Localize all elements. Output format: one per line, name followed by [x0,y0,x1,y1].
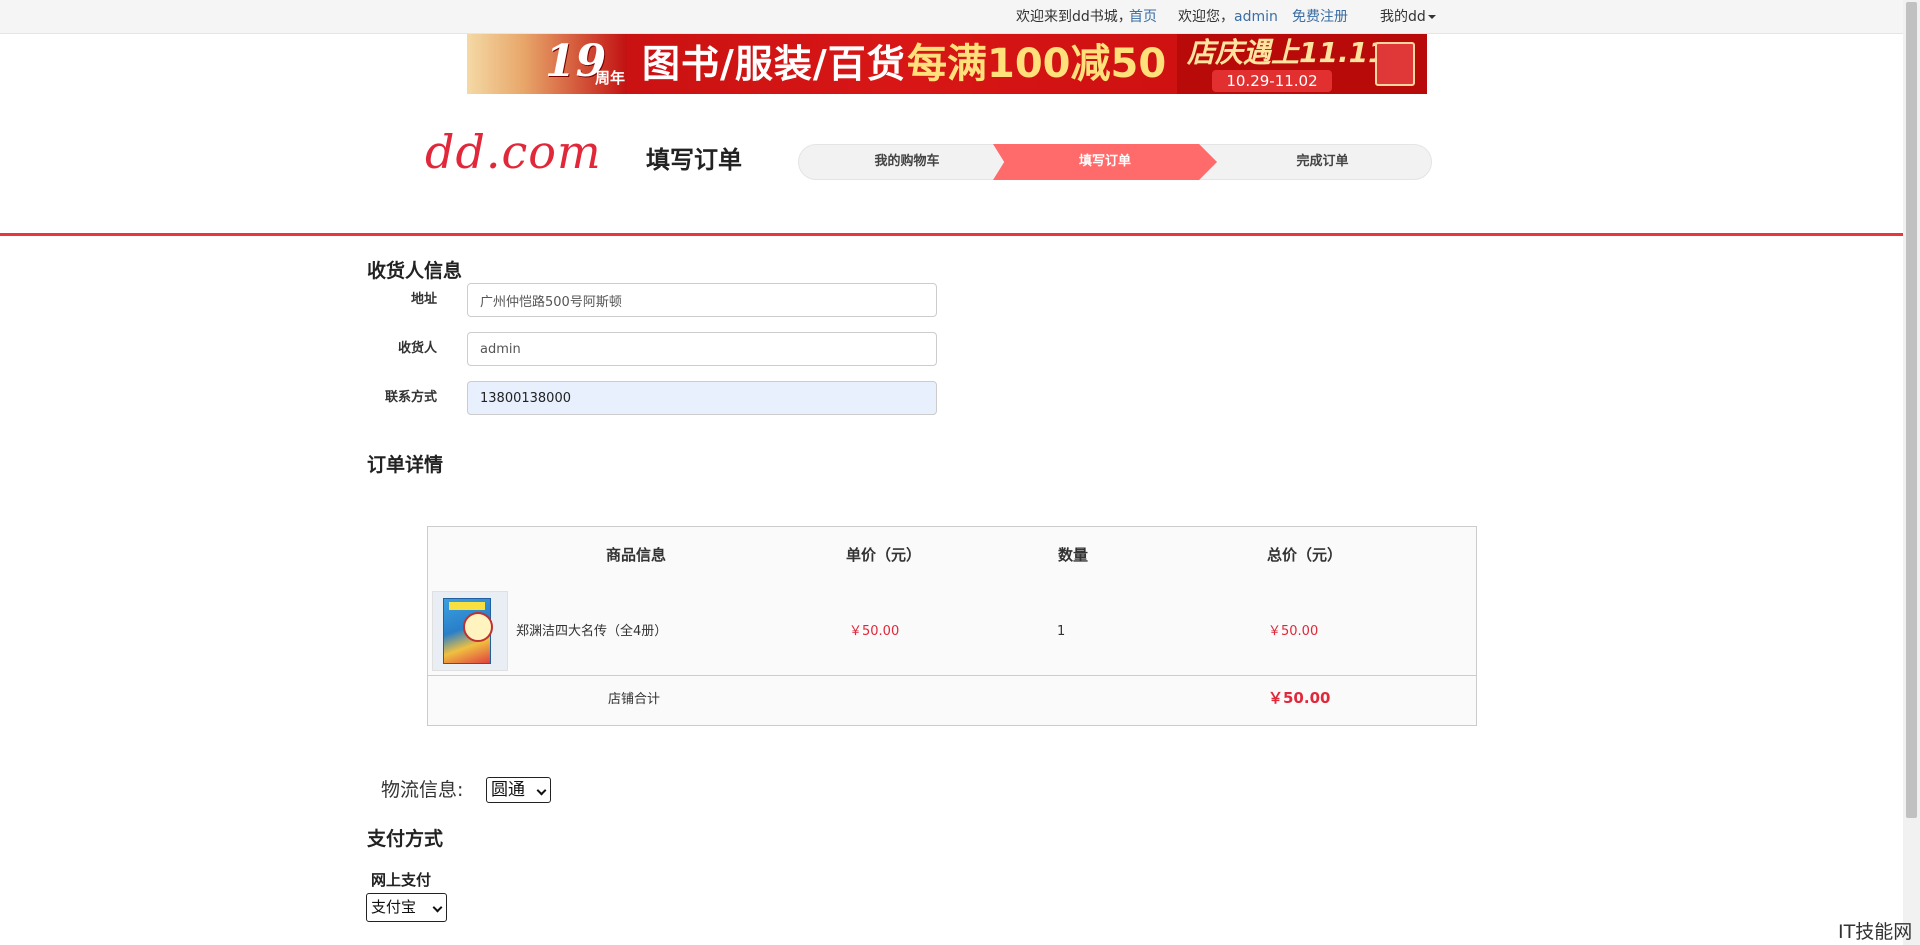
chevron-down-icon [432,902,443,913]
page-title: 填写订单 [646,146,742,174]
col-product: 商品信息 [606,546,667,564]
row-divider [428,675,1476,676]
address-input[interactable] [467,283,937,317]
anniversary-unit: 周年 [595,69,626,87]
caret-down-icon [1427,15,1436,19]
header-divider [0,233,1903,236]
order-title: 订单详情 [367,454,444,476]
promo-banner[interactable]: 19 周年 图书/服装/百货 每满100减50 店庆遇上11.11 10.29-… [467,34,1427,94]
banner-festival: 店庆遇上11.11 [1187,36,1388,69]
my-dd-label: 我的dd [1380,9,1426,25]
phone-label: 联系方式 [384,390,437,405]
watermark: IT技能网 [1838,921,1913,943]
logistics-select[interactable]: 圆通 [486,777,551,803]
store-total-value: ￥50.00 [1268,689,1331,707]
banner-festival-box: 店庆遇上11.11 10.29-11.02 [1177,34,1427,94]
home-link[interactable]: 首页 [1129,9,1157,25]
page-scrollbar[interactable] [1903,0,1920,945]
logistics-label: 物流信息: [381,779,464,801]
my-dd-menu[interactable]: 我的dd [1380,9,1436,25]
logistics-selected: 圆通 [491,780,525,800]
step-complete: 完成订单 [1296,154,1349,169]
product-quantity: 1 [1057,624,1066,639]
payment-title: 支付方式 [367,828,444,850]
greeting-text: 欢迎您， [1178,9,1234,25]
scrollbar-thumb[interactable] [1906,2,1917,818]
username-link[interactable]: admin [1234,9,1278,25]
product-total: ￥50.00 [1268,624,1319,639]
step-fill-order: 填写订单 [993,144,1217,180]
address-label: 地址 [410,292,437,307]
step-cart[interactable]: 我的购物车 [798,144,1016,180]
top-bar: 欢迎来到dd书城， 首页 欢迎您， admin 免费注册 我的dd [0,0,1903,34]
banner-dates: 10.29-11.02 [1212,70,1332,92]
checkout-steps: 我的购物车 填写订单 完成订单 [798,144,1432,180]
col-unit-price: 单价（元） [846,546,922,564]
payment-subtitle: 网上支付 [371,871,432,889]
register-link[interactable]: 免费注册 [1292,9,1348,25]
banner-offer: 每满100减50 [907,41,1167,87]
store-total-label: 店铺合计 [608,692,661,707]
receiver-label: 收货人 [397,341,437,356]
product-name[interactable]: 郑渊洁四大名传（全4册） [516,623,667,641]
phone-input[interactable] [467,381,937,415]
welcome-text: 欢迎来到dd书城， [1016,9,1132,25]
receiver-input[interactable] [467,332,937,366]
gift-box-icon [1375,42,1415,86]
consignee-title: 收货人信息 [367,260,463,282]
col-total: 总价（元） [1267,546,1343,564]
chevron-down-icon [536,785,547,796]
site-logo[interactable]: dd.com [425,122,602,182]
col-quantity: 数量 [1058,546,1089,564]
banner-categories: 图书/服装/百货 [642,42,906,86]
order-table: 商品信息 单价（元） 数量 总价（元） 郑渊洁四大名传（全4册） ￥50.00 … [427,526,1477,726]
payment-selected: 支付宝 [371,898,417,916]
product-image[interactable] [432,591,508,671]
payment-select[interactable]: 支付宝 [366,893,447,922]
product-unit-price: ￥50.00 [849,624,900,639]
